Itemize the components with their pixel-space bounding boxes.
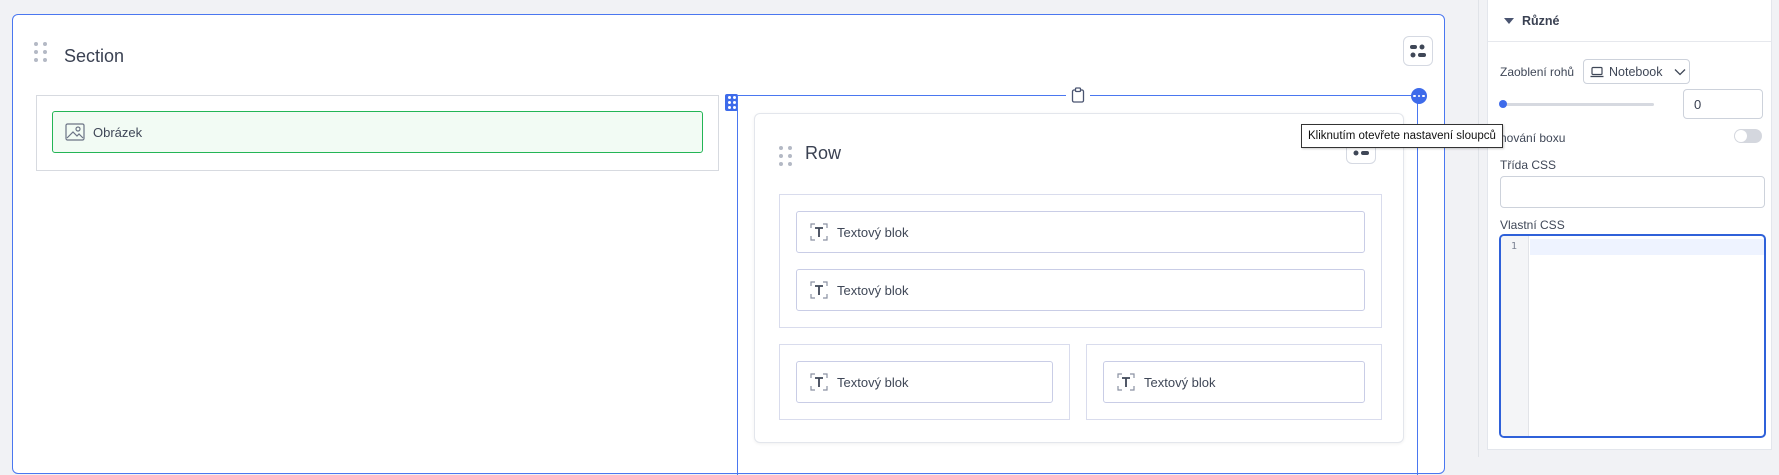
chevron-down-icon	[1674, 68, 1685, 75]
device-select[interactable]: Notebook	[1583, 59, 1690, 84]
editor-gutter	[1501, 236, 1529, 436]
custom-css-editor[interactable]: 1	[1499, 234, 1766, 438]
section-drag-handle[interactable]	[34, 42, 47, 62]
text-icon	[810, 373, 828, 391]
section-title: Section	[64, 46, 125, 66]
editor-line-number: 1	[1511, 241, 1518, 252]
panel-section-header[interactable]: Různé	[1488, 0, 1771, 42]
css-class-label: Třída CSS	[1500, 158, 1557, 172]
left-column[interactable]: Obrázek	[36, 95, 719, 171]
settings-sliders-icon	[1410, 44, 1426, 58]
box-shadow-toggle[interactable]	[1734, 129, 1762, 143]
settings-panel-card: Různé Zaoblení rohů Notebook 0 nování bo…	[1487, 0, 1772, 450]
text-block[interactable]: Textový blok	[796, 211, 1365, 253]
laptop-icon	[1590, 66, 1604, 77]
column-settings-tooltip: Kliknutím otevřete nastavení sloupců	[1301, 124, 1503, 148]
row-column-top[interactable]: Textový blok Textový blok	[779, 194, 1382, 328]
text-block[interactable]: Textový blok	[1103, 361, 1365, 403]
border-radius-input[interactable]: 0	[1683, 89, 1763, 119]
text-icon	[810, 223, 828, 241]
panel-section-title: Různé	[1522, 13, 1560, 28]
text-block[interactable]: Textový blok	[796, 361, 1053, 403]
image-icon	[65, 123, 85, 141]
row-column-bottom-right[interactable]: Textový blok	[1086, 344, 1382, 420]
more-dots-icon	[1413, 94, 1416, 98]
canvas-scrollbar[interactable]	[1471, 0, 1478, 457]
toggle-knob	[1735, 130, 1747, 142]
css-class-input[interactable]	[1500, 176, 1765, 208]
row-column-bottom-left[interactable]: Textový blok	[779, 344, 1070, 420]
row-container[interactable]: Row Textový blok Textový blok Textový bl…	[754, 113, 1404, 443]
text-icon	[810, 281, 828, 299]
editor-active-line	[1530, 239, 1764, 255]
row-title: Row	[805, 143, 842, 163]
column-more-button[interactable]	[1411, 88, 1427, 104]
builder-canvas: Section Obrázek Row Textový blok Textový…	[0, 0, 1478, 475]
border-radius-label: Zaoblení rohů	[1500, 65, 1575, 79]
row-drag-handle[interactable]	[779, 146, 792, 166]
image-block-label: Obrázek	[93, 124, 143, 140]
clipboard-icon	[1071, 87, 1085, 103]
caret-down-icon	[1504, 17, 1514, 24]
text-block-label: Textový blok	[1144, 374, 1216, 390]
device-select-value: Notebook	[1609, 64, 1663, 79]
custom-css-label: Vlastní CSS	[1500, 218, 1565, 232]
text-block-label: Textový blok	[837, 282, 909, 298]
settings-panel: Různé Zaoblení rohů Notebook 0 nování bo…	[1478, 0, 1779, 457]
image-block[interactable]: Obrázek	[52, 111, 703, 153]
section-settings-button[interactable]	[1403, 36, 1433, 66]
border-radius-slider[interactable]	[1499, 100, 1654, 108]
text-block-label: Textový blok	[837, 374, 909, 390]
text-icon	[1117, 373, 1135, 391]
text-block[interactable]: Textový blok	[796, 269, 1365, 311]
box-shadow-label: nování boxu	[1500, 131, 1566, 145]
slider-thumb[interactable]	[1499, 100, 1507, 108]
column-clipboard-button[interactable]	[1066, 84, 1090, 106]
text-block-label: Textový blok	[837, 224, 909, 240]
